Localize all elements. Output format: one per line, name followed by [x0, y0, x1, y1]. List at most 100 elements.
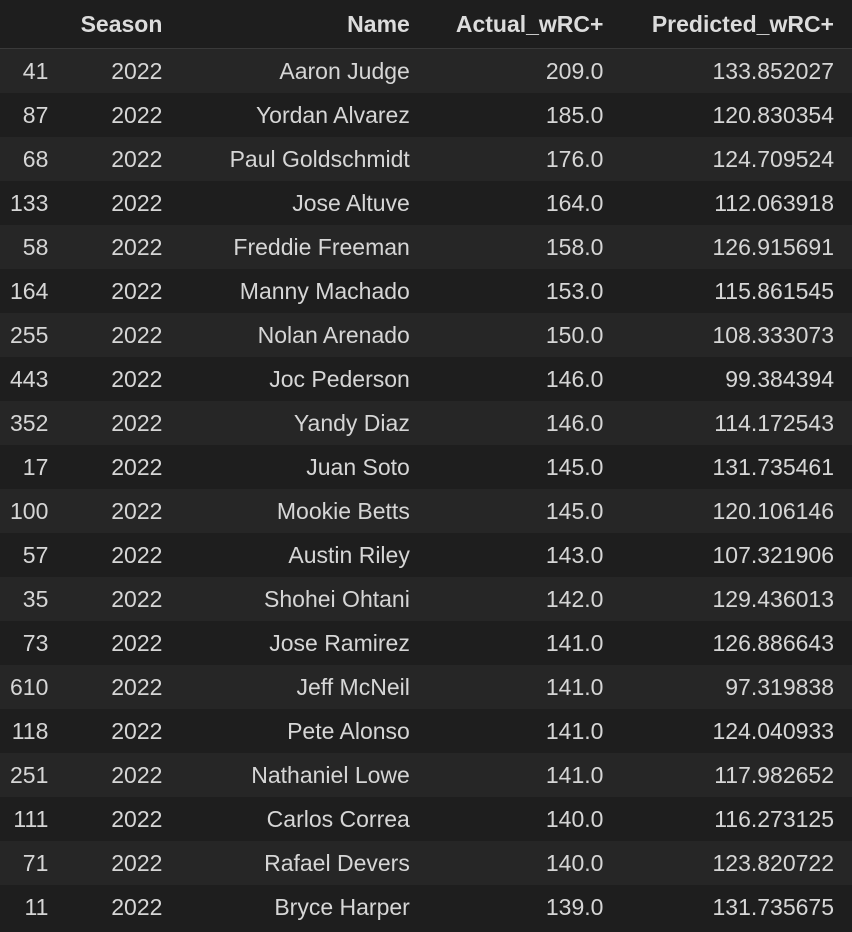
row-index-cell: 41 [0, 48, 63, 93]
table-row: 164 2022 Manny Machado 153.0 115.861545 [0, 269, 852, 313]
actual-wrc-cell: 140.0 [423, 841, 618, 885]
season-cell: 2022 [62, 753, 177, 797]
actual-wrc-cell: 153.0 [423, 269, 618, 313]
actual-wrc-cell: 141.0 [423, 753, 618, 797]
table-row: 443 2022 Joc Pederson 146.0 99.384394 [0, 357, 852, 401]
row-index-cell: 118 [0, 709, 63, 753]
actual-wrc-cell: 139.0 [423, 885, 618, 929]
table-row: 118 2022 Pete Alonso 141.0 124.040933 [0, 709, 852, 753]
season-cell: 2022 [62, 357, 177, 401]
predicted-wrc-cell: 114.172543 [617, 401, 852, 445]
table-row: 352 2022 Yandy Diaz 146.0 114.172543 [0, 401, 852, 445]
predicted-wrc-cell: 126.886643 [617, 621, 852, 665]
actual-wrc-cell: 146.0 [423, 357, 618, 401]
actual-wrc-cell: 141.0 [423, 665, 618, 709]
row-index-cell: 133 [0, 181, 63, 225]
player-name-cell: Nathaniel Lowe [176, 753, 424, 797]
actual-wrc-cell: 146.0 [423, 401, 618, 445]
table-row: 73 2022 Jose Ramirez 141.0 126.886643 [0, 621, 852, 665]
actual-wrc-cell: 209.0 [423, 48, 618, 93]
table-row: 41 2022 Aaron Judge 209.0 133.852027 [0, 48, 852, 93]
table-row: 11 2022 Bryce Harper 139.0 131.735675 [0, 885, 852, 929]
actual-wrc-cell: 140.0 [423, 797, 618, 841]
player-name-cell: Aaron Judge [176, 48, 424, 93]
row-index-cell: 35 [0, 577, 63, 621]
row-index-cell: 57 [0, 533, 63, 577]
actual-wrc-cell: 141.0 [423, 621, 618, 665]
table-body: 41 2022 Aaron Judge 209.0 133.852027 87 2022 Yo… [0, 48, 852, 929]
season-cell: 2022 [62, 841, 177, 885]
row-index-cell: 255 [0, 313, 63, 357]
player-name-cell: Juan Soto [176, 445, 424, 489]
predicted-wrc-cell: 123.820722 [617, 841, 852, 885]
predicted-wrc-cell: 107.321906 [617, 533, 852, 577]
predicted-wrc-cell: 116.273125 [617, 797, 852, 841]
header-predicted-wrc: Predicted_wRC+ [617, 0, 852, 49]
season-cell: 2022 [62, 533, 177, 577]
season-cell: 2022 [62, 445, 177, 489]
row-index-cell: 68 [0, 137, 63, 181]
row-index-cell: 58 [0, 225, 63, 269]
predicted-wrc-cell: 120.830354 [617, 93, 852, 137]
predicted-wrc-cell: 115.861545 [617, 269, 852, 313]
row-index-cell: 11 [0, 885, 63, 929]
season-cell: 2022 [62, 269, 177, 313]
season-cell: 2022 [62, 181, 177, 225]
season-cell: 2022 [62, 797, 177, 841]
predicted-wrc-cell: 124.709524 [617, 137, 852, 181]
player-name-cell: Mookie Betts [176, 489, 424, 533]
table-row: 35 2022 Shohei Ohtani 142.0 129.436013 [0, 577, 852, 621]
row-index-cell: 251 [0, 753, 63, 797]
header-name: Name [176, 0, 424, 49]
player-name-cell: Yandy Diaz [176, 401, 424, 445]
season-cell: 2022 [62, 577, 177, 621]
actual-wrc-cell: 176.0 [423, 137, 618, 181]
player-name-cell: Jose Ramirez [176, 621, 424, 665]
player-name-cell: Shohei Ohtani [176, 577, 424, 621]
actual-wrc-cell: 164.0 [423, 181, 618, 225]
predicted-wrc-cell: 99.384394 [617, 357, 852, 401]
predicted-wrc-cell: 97.319838 [617, 665, 852, 709]
row-index-cell: 443 [0, 357, 63, 401]
row-index-cell: 73 [0, 621, 63, 665]
season-cell: 2022 [62, 313, 177, 357]
actual-wrc-cell: 158.0 [423, 225, 618, 269]
player-name-cell: Manny Machado [176, 269, 424, 313]
season-cell: 2022 [62, 93, 177, 137]
actual-wrc-cell: 143.0 [423, 533, 618, 577]
row-index-cell: 352 [0, 401, 63, 445]
row-index-cell: 100 [0, 489, 63, 533]
season-cell: 2022 [62, 885, 177, 929]
predicted-wrc-cell: 131.735461 [617, 445, 852, 489]
row-index-cell: 17 [0, 445, 63, 489]
player-name-cell: Yordan Alvarez [176, 93, 424, 137]
season-cell: 2022 [62, 137, 177, 181]
predicted-wrc-cell: 108.333073 [617, 313, 852, 357]
season-cell: 2022 [62, 225, 177, 269]
row-index-cell: 71 [0, 841, 63, 885]
table-row: 111 2022 Carlos Correa 140.0 116.273125 [0, 797, 852, 841]
player-name-cell: Pete Alonso [176, 709, 424, 753]
player-name-cell: Bryce Harper [176, 885, 424, 929]
player-name-cell: Jeff McNeil [176, 665, 424, 709]
row-index-cell: 164 [0, 269, 63, 313]
player-name-cell: Paul Goldschmidt [176, 137, 424, 181]
predicted-wrc-cell: 117.982652 [617, 753, 852, 797]
season-cell: 2022 [62, 709, 177, 753]
table-row: 251 2022 Nathaniel Lowe 141.0 117.982652 [0, 753, 852, 797]
table-row: 71 2022 Rafael Devers 140.0 123.820722 [0, 841, 852, 885]
table-row: 58 2022 Freddie Freeman 158.0 126.915691 [0, 225, 852, 269]
table-row: 17 2022 Juan Soto 145.0 131.735461 [0, 445, 852, 489]
predicted-wrc-cell: 112.063918 [617, 181, 852, 225]
actual-wrc-cell: 150.0 [423, 313, 618, 357]
header-row: Season Name Actual_wRC+ Predicted_wRC+ [0, 0, 852, 49]
row-index-cell: 610 [0, 665, 63, 709]
header-index [0, 0, 63, 49]
row-index-cell: 111 [0, 797, 63, 841]
predicted-wrc-cell: 126.915691 [617, 225, 852, 269]
table-header: Season Name Actual_wRC+ Predicted_wRC+ [0, 0, 852, 49]
player-name-cell: Nolan Arenado [176, 313, 424, 357]
table-row: 57 2022 Austin Riley 143.0 107.321906 [0, 533, 852, 577]
table-row: 610 2022 Jeff McNeil 141.0 97.319838 [0, 665, 852, 709]
header-season: Season [62, 0, 177, 49]
